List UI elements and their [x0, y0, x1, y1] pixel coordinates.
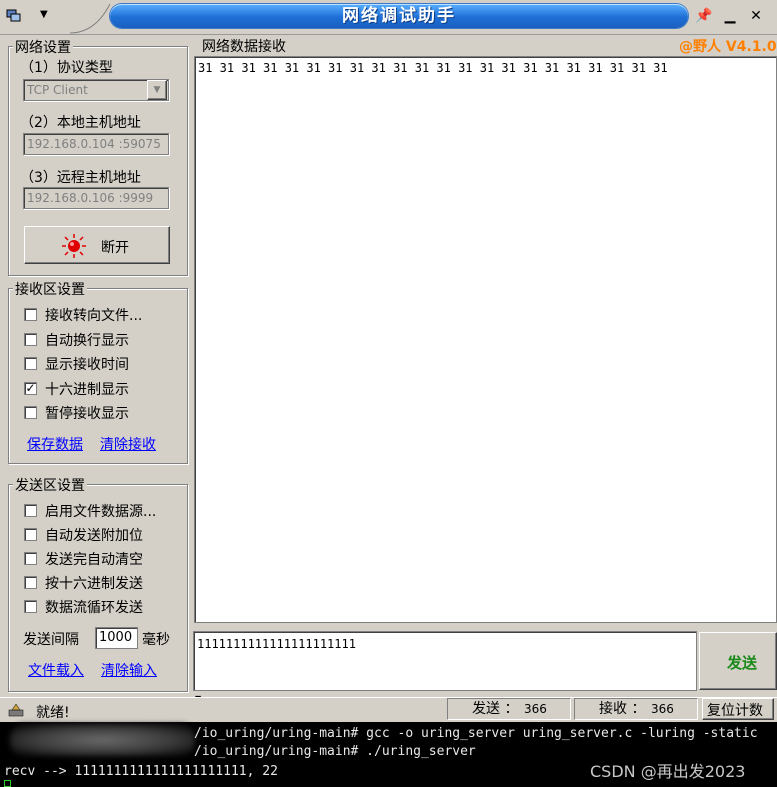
status-text: 就绪!: [36, 705, 70, 721]
send-settings-legend: 发送区设置: [13, 475, 87, 495]
disconnect-button[interactable]: 断开: [24, 226, 170, 264]
sent-label: 发送 ：: [472, 701, 519, 717]
pin-icon[interactable]: 📌: [692, 6, 716, 26]
receive_settings-option-label: 显示接收时间: [45, 357, 129, 373]
protocol-value: TCP Client: [27, 83, 88, 97]
system-menu-arrow-icon[interactable]: ▼: [40, 9, 48, 20]
send_settings-checkbox-1[interactable]: [24, 528, 37, 541]
terminal-cursor: [4, 780, 11, 787]
send_settings-checkbox-2[interactable]: [24, 552, 37, 565]
terminal-line-3: recv --> 1111111111111111111111, 22: [4, 764, 278, 779]
receive_settings-checkbox-1[interactable]: [24, 332, 37, 346]
protocol-label: （1）协议类型: [20, 60, 113, 76]
receive_settings-checkbox-4[interactable]: [24, 406, 37, 419]
received-data: 31 31 31 31 31 31 31 31 31 31 31 31 31 3…: [198, 61, 668, 75]
clear-receive-link[interactable]: 清除接收: [100, 434, 156, 454]
terminal-line-1: /io_uring/uring-main# gcc -o uring_serve…: [194, 726, 758, 741]
redacted-path-blur: [10, 724, 195, 756]
receive-settings-legend: 接收区设置: [13, 279, 87, 299]
local-host-label: （2）本地主机地址: [20, 115, 141, 131]
send_settings-option-label: 自动发送附加位: [45, 528, 143, 544]
reset-count-label: 复位计数: [707, 703, 763, 719]
status-icon: [7, 702, 27, 722]
clear-input-link[interactable]: 清除输入: [101, 660, 157, 680]
connection-led-icon: [62, 234, 86, 258]
receive-text-area[interactable]: [194, 56, 777, 623]
watermark: CSDN @再出发2023: [590, 762, 746, 781]
sent-count: 366: [524, 702, 547, 716]
recv-count: 366: [651, 702, 674, 716]
send_settings-option-label: 启用文件数据源...: [45, 504, 157, 520]
minimize-button[interactable]: ▁: [718, 6, 742, 26]
send-button[interactable]: 发送: [699, 632, 777, 690]
local-host-input[interactable]: 192.168.0.104 :59075: [23, 133, 169, 155]
receive_settings-option-label: 接收转向文件...: [45, 308, 143, 324]
remote-host-input[interactable]: 192.168.0.106 :9999: [23, 187, 169, 209]
send_settings-option-label: 按十六进制发送: [45, 576, 143, 592]
recv-counter: 接收 ： 366: [574, 698, 698, 720]
receive_settings-checkbox-2[interactable]: [24, 357, 37, 370]
send_settings-option-label: 数据流循环发送: [45, 600, 143, 616]
save-data-link[interactable]: 保存数据: [27, 434, 83, 454]
network-settings-legend: 网络设置: [13, 37, 73, 57]
close-button[interactable]: ✕: [744, 6, 768, 26]
receive_settings-option-label: 暂停接收显示: [45, 406, 129, 422]
recv-label: 接收 ：: [599, 701, 646, 717]
reset-count-button[interactable]: 复位计数: [702, 698, 774, 720]
send-button-label: 发送: [727, 654, 758, 672]
send-interval-unit: 毫秒: [142, 632, 170, 648]
window-title: 网络调试助手: [342, 6, 456, 26]
receive_settings-checkbox-3[interactable]: ✓: [24, 381, 37, 395]
send_settings-checkbox-4[interactable]: [24, 600, 37, 613]
terminal-line-2: /io_uring/uring-main# ./uring_server: [194, 744, 476, 759]
send-interval-input[interactable]: 1000: [95, 627, 138, 649]
protocol-dropdown-button[interactable]: ▼: [147, 80, 167, 100]
version-badge: @野人 V4.1.0: [679, 39, 777, 55]
app-icon[interactable]: [6, 8, 22, 22]
receive_settings-option-label: 十六进制显示: [45, 381, 129, 398]
send_settings-option-label: 发送完自动清空: [45, 552, 143, 568]
receive_settings-checkbox-0[interactable]: [24, 308, 37, 321]
receive-area-legend: 网络数据接收: [200, 36, 288, 56]
receive_settings-option-label: 自动换行显示: [45, 332, 129, 349]
remote-host-label: （3）远程主机地址: [20, 170, 141, 186]
send_settings-checkbox-0[interactable]: [24, 504, 37, 517]
disconnect-button-label: 断开: [101, 240, 129, 256]
send-interval-label: 发送间隔: [23, 632, 79, 648]
sent-counter: 发送 ： 366: [447, 698, 571, 720]
file-load-link[interactable]: 文件载入: [28, 660, 84, 680]
send_settings-checkbox-3[interactable]: [24, 576, 37, 589]
send-content: 1111111111111111111111: [197, 637, 356, 651]
